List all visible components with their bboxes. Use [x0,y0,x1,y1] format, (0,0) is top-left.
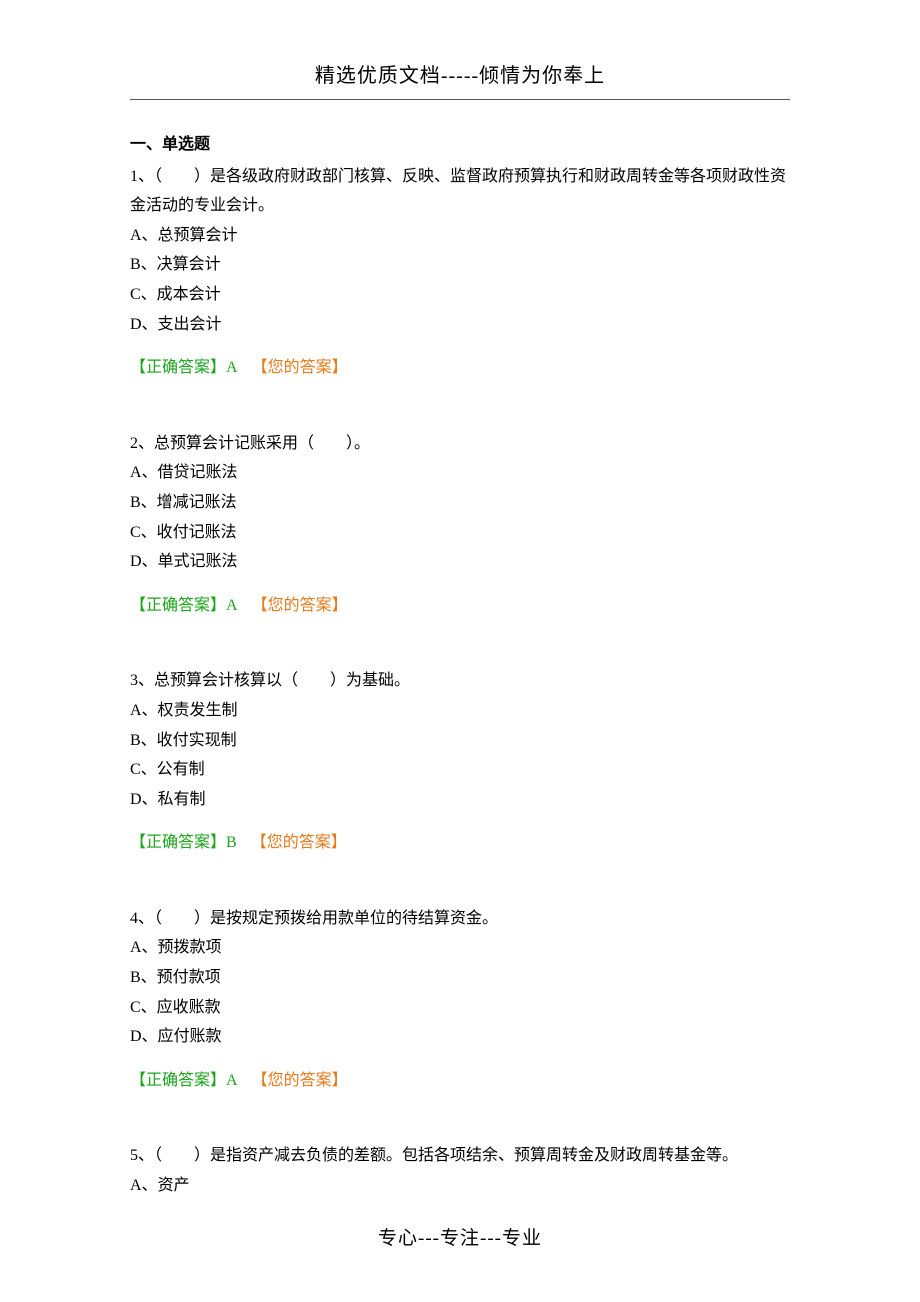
option-c: C、成本会计 [130,280,790,310]
document-page: 精选优质文档-----倾情为你奉上 一、单选题 1、（ ）是各级政府财政部门核算… [0,0,920,1296]
answer-line: 【正确答案】A 【您的答案】 [130,1066,790,1096]
option-d: D、单式记账法 [130,547,790,577]
question-body: （ ）是指资产减去负债的差额。包括各项结余、预算周转金及财政周转基金等。 [154,1147,738,1164]
section-title: 一、单选题 [130,130,790,160]
option-b: B、增减记账法 [130,488,790,518]
option-c: C、公有制 [130,755,790,785]
option-d: D、应付账款 [130,1022,790,1052]
option-b: B、预付款项 [130,963,790,993]
your-answer: 【您的答案】 [252,1072,348,1089]
answer-line: 【正确答案】B 【您的答案】 [130,828,790,858]
header-title: 精选优质文档-----倾情为你奉上 [315,65,605,87]
question-number: 4、 [130,910,154,927]
option-a: A、预拨款项 [130,933,790,963]
option-d: D、私有制 [130,785,790,815]
option-b: B、决算会计 [130,250,790,280]
option-a: A、权责发生制 [130,696,790,726]
option-c: C、应收账款 [130,993,790,1023]
question-body: （ ）是各级政府财政部门核算、反映、监督政府预算执行和财政周转金等各项财政性资金… [130,168,786,215]
page-header: 精选优质文档-----倾情为你奉上 [130,58,790,95]
question-text: 2、总预算会计记账采用（ ）。 [130,429,790,459]
header-divider [130,99,790,100]
question-text: 4、（ ）是按规定预拨给用款单位的待结算资金。 [130,904,790,934]
correct-answer: 【正确答案】A [130,597,238,614]
correct-answer: 【正确答案】A [130,359,238,376]
correct-answer: 【正确答案】B [130,834,237,851]
question-block: 2、总预算会计记账采用（ ）。 A、借贷记账法 B、增减记账法 C、收付记账法 … [130,429,790,621]
header-divider-wrap [130,99,790,130]
question-number: 1、 [130,168,154,185]
question-text: 1、（ ）是各级政府财政部门核算、反映、监督政府预算执行和财政周转金等各项财政性… [130,162,790,221]
your-answer: 【您的答案】 [251,834,347,851]
question-block: 5、（ ）是指资产减去负债的差额。包括各项结余、预算周转金及财政周转基金等。 A… [130,1141,790,1200]
question-body: （ ）是按规定预拨给用款单位的待结算资金。 [154,910,498,927]
question-text: 3、总预算会计核算以（ ）为基础。 [130,666,790,696]
question-text: 5、（ ）是指资产减去负债的差额。包括各项结余、预算周转金及财政周转基金等。 [130,1141,790,1171]
question-block: 1、（ ）是各级政府财政部门核算、反映、监督政府预算执行和财政周转金等各项财政性… [130,162,790,383]
question-block: 4、（ ）是按规定预拨给用款单位的待结算资金。 A、预拨款项 B、预付款项 C、… [130,904,790,1096]
option-b: B、收付实现制 [130,726,790,756]
question-number: 3、 [130,672,154,689]
correct-answer: 【正确答案】A [130,1072,238,1089]
answer-line: 【正确答案】A 【您的答案】 [130,353,790,383]
question-block: 3、总预算会计核算以（ ）为基础。 A、权责发生制 B、收付实现制 C、公有制 … [130,666,790,858]
question-number: 5、 [130,1147,154,1164]
option-a: A、总预算会计 [130,221,790,251]
option-d: D、支出会计 [130,310,790,340]
question-body: 总预算会计核算以（ ）为基础。 [154,672,410,689]
answer-line: 【正确答案】A 【您的答案】 [130,591,790,621]
footer-text: 专心---专注---专业 [378,1228,542,1249]
option-c: C、收付记账法 [130,518,790,548]
question-number: 2、 [130,435,154,452]
option-a: A、借贷记账法 [130,458,790,488]
question-body: 总预算会计记账采用（ ）。 [154,435,370,452]
your-answer: 【您的答案】 [252,359,348,376]
your-answer: 【您的答案】 [252,597,348,614]
option-a: A、资产 [130,1171,790,1201]
page-footer: 专心---专注---专业 [130,1221,790,1256]
